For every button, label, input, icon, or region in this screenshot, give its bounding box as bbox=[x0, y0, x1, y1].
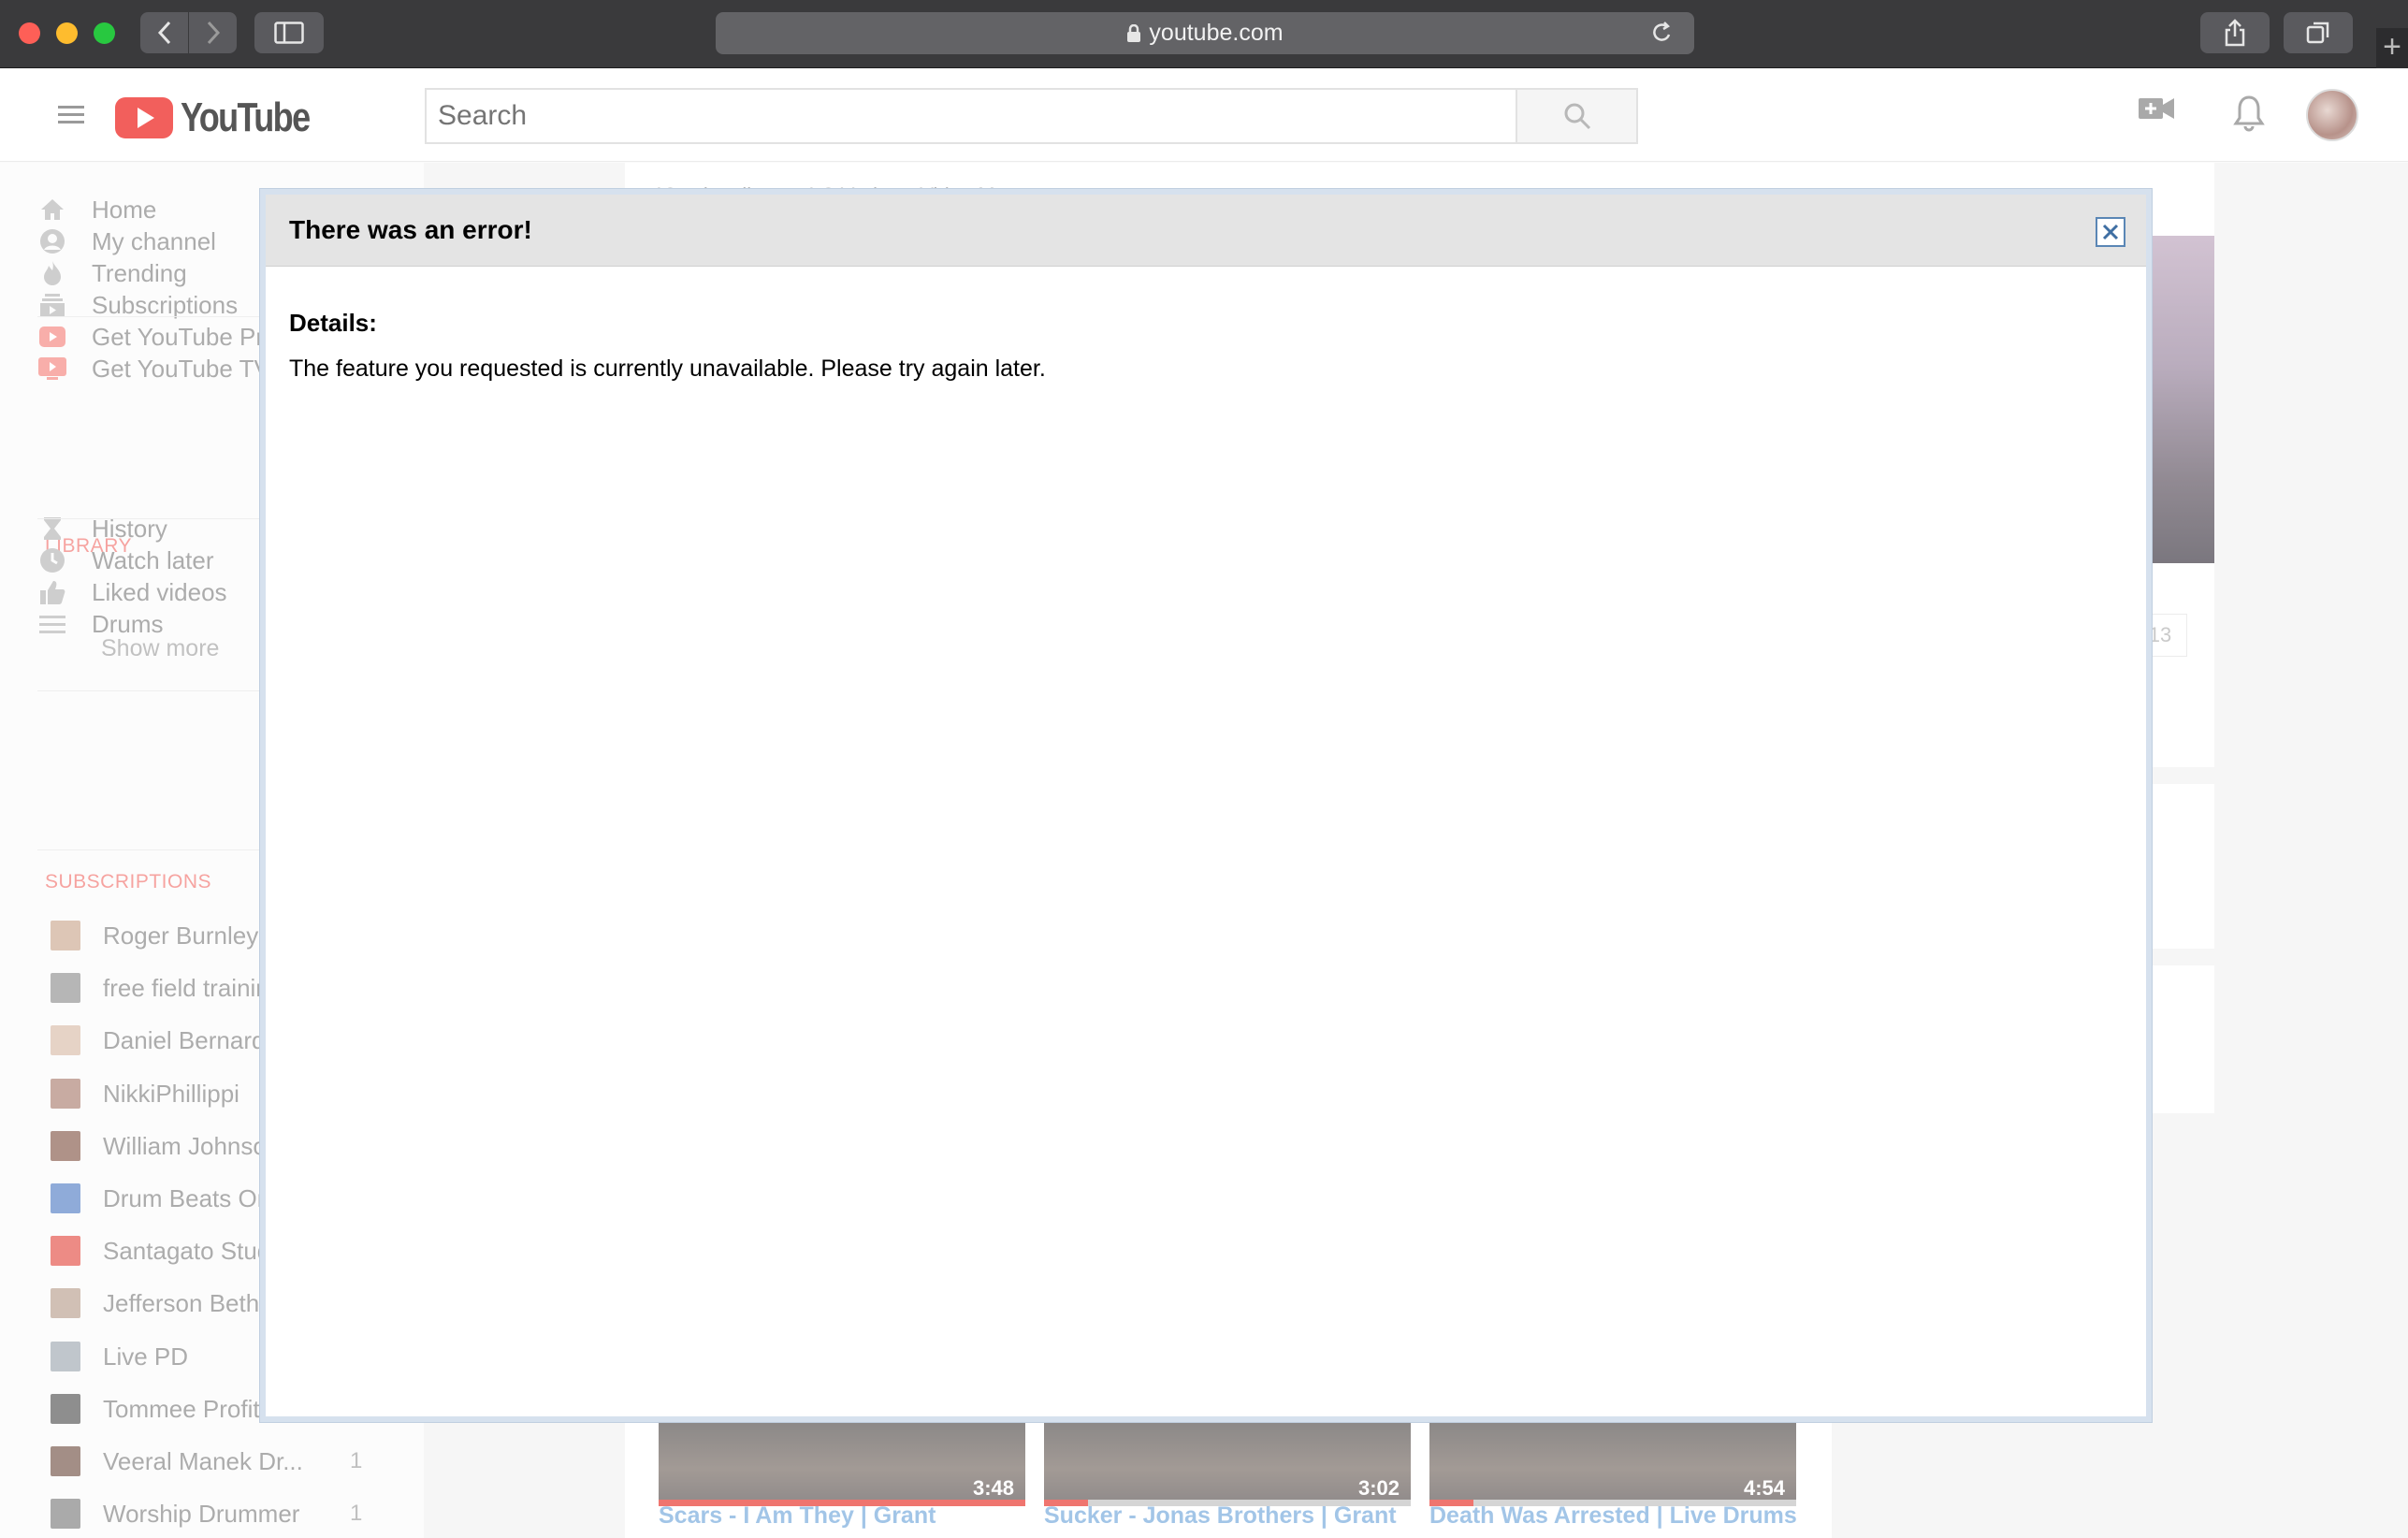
forward-button[interactable] bbox=[189, 12, 237, 53]
error-dialog: There was an error! Details: The feature… bbox=[260, 189, 2152, 1422]
url-text: youtube.com bbox=[1149, 20, 1284, 46]
search-box bbox=[425, 88, 1518, 144]
close-window-button[interactable] bbox=[19, 22, 40, 44]
youtube-logo[interactable]: YouTube bbox=[115, 94, 338, 141]
browser-toolbar: youtube.com + bbox=[0, 0, 2408, 68]
address-bar[interactable]: youtube.com bbox=[716, 12, 1694, 54]
upload-video-button[interactable] bbox=[2138, 94, 2175, 127]
play-logo-icon bbox=[115, 97, 173, 138]
bell-icon bbox=[2233, 95, 2265, 132]
notifications-button[interactable] bbox=[2233, 94, 2265, 137]
reload-icon[interactable] bbox=[1649, 20, 1674, 46]
chevron-right-icon bbox=[207, 21, 220, 45]
zoom-window-button[interactable] bbox=[94, 22, 115, 44]
error-message: The feature you requested is currently u… bbox=[289, 355, 1046, 382]
history-nav bbox=[140, 12, 237, 53]
avatar[interactable] bbox=[2306, 89, 2358, 141]
back-button[interactable] bbox=[140, 12, 189, 53]
sidebar-toggle-button[interactable] bbox=[254, 12, 324, 53]
share-button[interactable] bbox=[2200, 12, 2270, 53]
close-button[interactable] bbox=[2096, 217, 2125, 247]
search-icon bbox=[1564, 103, 1590, 130]
chevron-left-icon bbox=[157, 21, 170, 45]
search-button[interactable] bbox=[1516, 88, 1638, 144]
new-tab-button[interactable]: + bbox=[2376, 28, 2408, 68]
minimize-window-button[interactable] bbox=[56, 22, 78, 44]
share-icon bbox=[2225, 19, 2245, 47]
tab-overview-button[interactable] bbox=[2284, 12, 2353, 53]
dialog-title: There was an error! bbox=[289, 215, 532, 244]
logo-text: YouTube bbox=[181, 94, 311, 140]
lock-icon bbox=[1127, 23, 1141, 42]
video-camera-add-icon bbox=[2139, 98, 2174, 119]
sidebar-icon bbox=[274, 22, 304, 44]
tabs-icon bbox=[2306, 22, 2329, 44]
youtube-header: YouTube bbox=[0, 68, 2408, 162]
details-label: Details: bbox=[289, 309, 377, 337]
dialog-header: There was an error! bbox=[266, 195, 2146, 267]
menu-icon[interactable] bbox=[58, 106, 84, 128]
search-input[interactable] bbox=[427, 90, 1518, 142]
close-icon bbox=[2102, 224, 2119, 240]
